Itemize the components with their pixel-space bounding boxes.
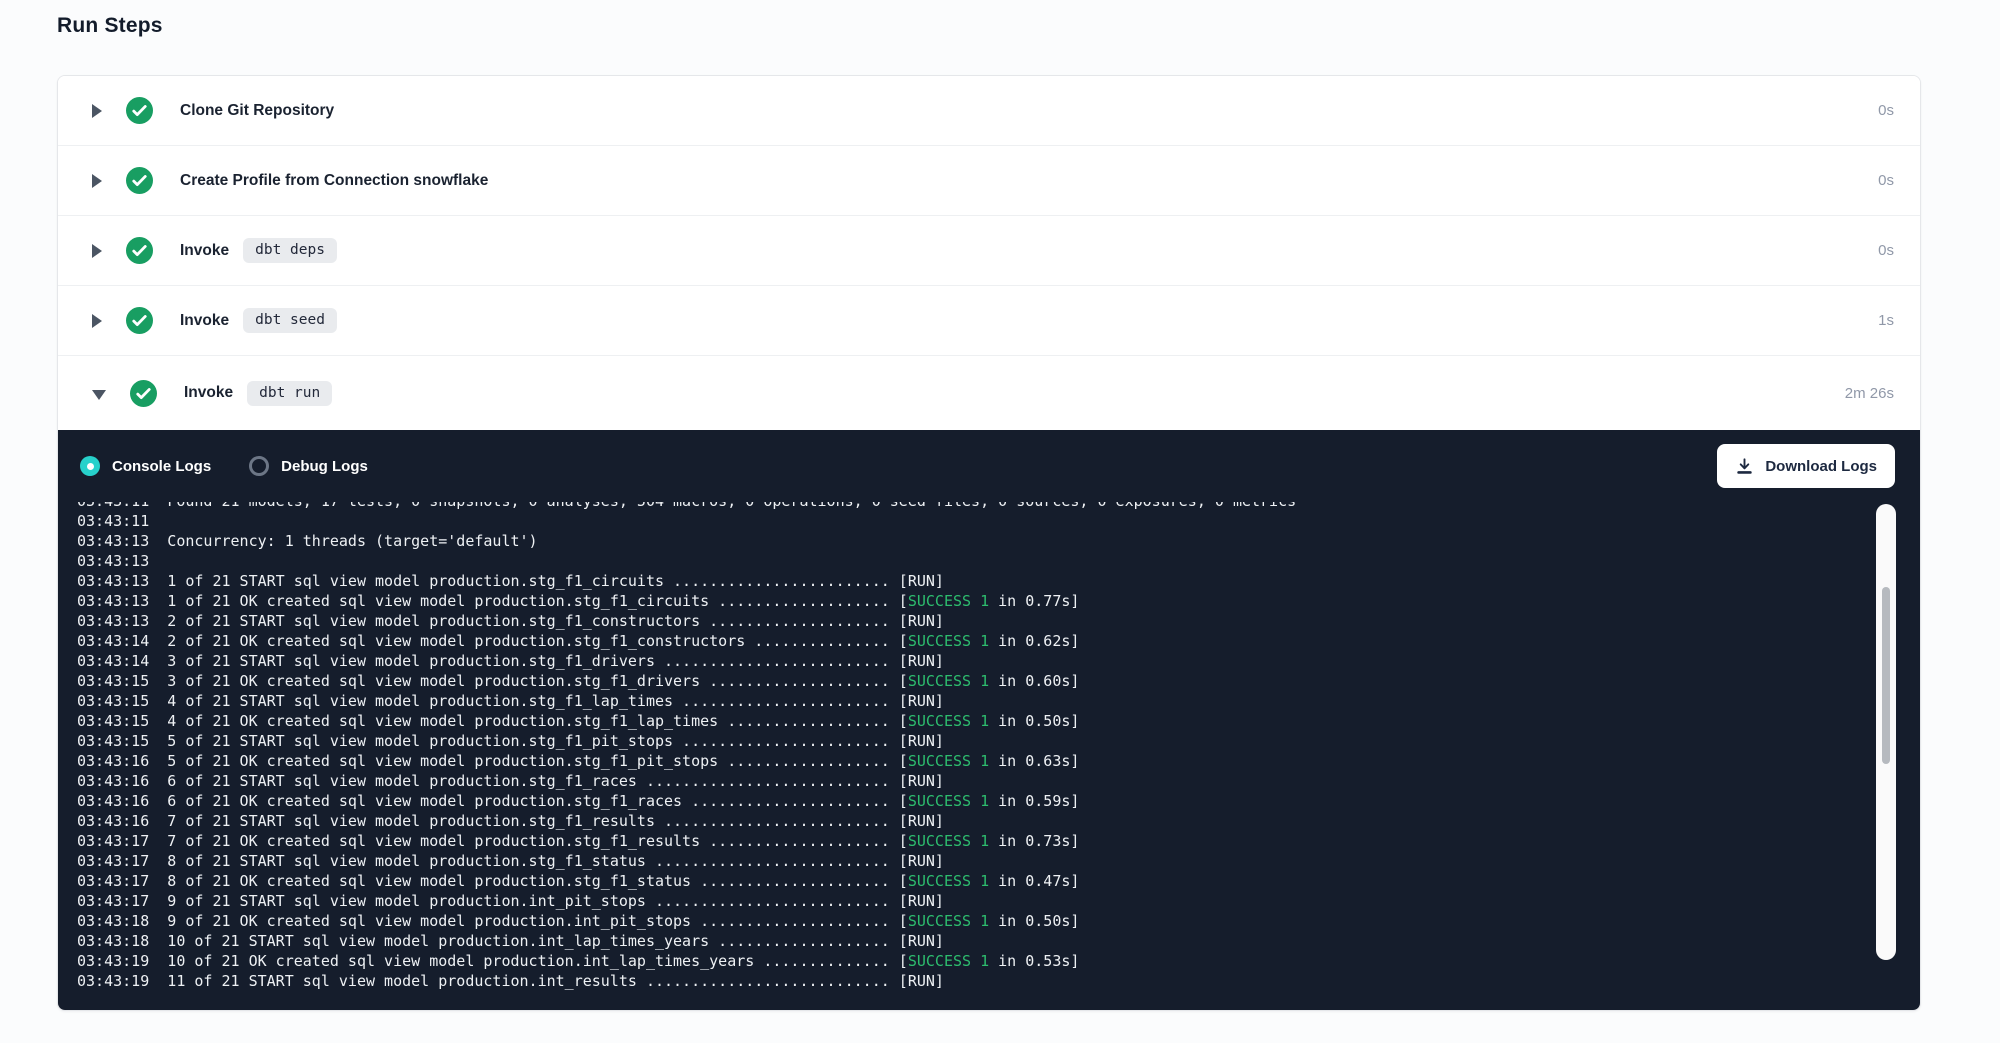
- radio-unselected-icon[interactable]: [249, 456, 269, 476]
- step-row-invoke-dbt-seed[interactable]: Invoke dbt seed 1s: [58, 286, 1920, 356]
- log-line: 03:43:11: [77, 511, 1874, 531]
- log-line: 03:43:14 2 of 21 OK created sql view mod…: [77, 631, 1874, 651]
- step-label: Invoke: [180, 242, 229, 260]
- log-line: 03:43:13 1 of 21 START sql view model pr…: [77, 571, 1874, 591]
- log-line: 03:43:13: [77, 551, 1874, 571]
- step-command-badge: dbt deps: [243, 238, 337, 263]
- success-check-icon: [126, 237, 153, 264]
- page-title: Run Steps: [57, 14, 2000, 38]
- step-duration: 1s: [1878, 312, 1894, 329]
- log-line: 03:43:13 2 of 21 START sql view model pr…: [77, 611, 1874, 631]
- log-line: 03:43:13 1 of 21 OK created sql view mod…: [77, 591, 1874, 611]
- log-line: 03:43:17 9 of 21 START sql view model pr…: [77, 891, 1874, 911]
- step-label: Clone Git Repository: [180, 102, 334, 120]
- download-icon: [1735, 457, 1754, 476]
- log-line: 03:43:17 8 of 21 OK created sql view mod…: [77, 871, 1874, 891]
- step-label: Create Profile from Connection snowflake: [180, 172, 488, 190]
- step-command-badge: dbt seed: [243, 308, 337, 333]
- collapse-caret-icon[interactable]: [92, 390, 106, 400]
- success-check-icon: [130, 380, 157, 407]
- log-line: 03:43:11 Found 21 models, 17 tests, 0 sn…: [77, 502, 1874, 511]
- log-line: 03:43:16 7 of 21 START sql view model pr…: [77, 811, 1874, 831]
- radio-selected-icon[interactable]: [80, 456, 100, 476]
- step-row-invoke-dbt-run[interactable]: Invoke dbt run 2m 26s: [58, 356, 1920, 430]
- log-line: 03:43:13 Concurrency: 1 threads (target=…: [77, 531, 1874, 551]
- log-tab-label: Debug Logs: [281, 458, 368, 475]
- log-line: 03:43:15 3 of 21 OK created sql view mod…: [77, 671, 1874, 691]
- step-label: Invoke: [184, 384, 233, 402]
- step-row-invoke-dbt-deps[interactable]: Invoke dbt deps 0s: [58, 216, 1920, 286]
- download-logs-button[interactable]: Download Logs: [1717, 444, 1895, 488]
- log-line: 03:43:17 8 of 21 START sql view model pr…: [77, 851, 1874, 871]
- run-steps-card: Clone Git Repository0sCreate Profile fro…: [57, 75, 1921, 1011]
- log-line: 03:43:15 5 of 21 START sql view model pr…: [77, 731, 1874, 751]
- log-line: 03:43:19 11 of 21 START sql view model p…: [77, 971, 1874, 991]
- step-command-badge: dbt run: [247, 381, 332, 406]
- log-scrollbar-thumb[interactable]: [1882, 587, 1890, 764]
- log-scrollbar[interactable]: [1876, 504, 1896, 960]
- success-check-icon: [126, 307, 153, 334]
- step-row-create-profile-from-connection-snowflake[interactable]: Create Profile from Connection snowflake…: [58, 146, 1920, 216]
- log-line: 03:43:18 9 of 21 OK created sql view mod…: [77, 911, 1874, 931]
- log-line: 03:43:16 6 of 21 OK created sql view mod…: [77, 791, 1874, 811]
- log-viewport[interactable]: 03:43:11 Found 21 models, 17 tests, 0 sn…: [58, 502, 1874, 1010]
- log-line: 03:43:16 6 of 21 START sql view model pr…: [77, 771, 1874, 791]
- log-line: 03:43:15 4 of 21 START sql view model pr…: [77, 691, 1874, 711]
- log-tab-label: Console Logs: [112, 458, 211, 475]
- step-duration: 2m 26s: [1845, 385, 1894, 402]
- expand-caret-icon[interactable]: [92, 104, 102, 118]
- log-line: 03:43:19 10 of 21 OK created sql view mo…: [77, 951, 1874, 971]
- expand-caret-icon[interactable]: [92, 314, 102, 328]
- log-tab-debug-logs[interactable]: Debug Logs: [249, 456, 368, 476]
- step-row-clone-git-repository[interactable]: Clone Git Repository 0s: [58, 76, 1920, 146]
- expand-caret-icon[interactable]: [92, 244, 102, 258]
- step-duration: 0s: [1878, 172, 1894, 189]
- log-line: 03:43:15 4 of 21 OK created sql view mod…: [77, 711, 1874, 731]
- console-header: Console Logs Debug Logs Download Logs: [58, 430, 1920, 502]
- log-line: 03:43:14 3 of 21 START sql view model pr…: [77, 651, 1874, 671]
- log-line: 03:43:17 7 of 21 OK created sql view mod…: [77, 831, 1874, 851]
- log-line: 03:43:18 10 of 21 START sql view model p…: [77, 931, 1874, 951]
- step-label: Invoke: [180, 312, 229, 330]
- step-duration: 0s: [1878, 242, 1894, 259]
- step-duration: 0s: [1878, 102, 1894, 119]
- log-tab-console-logs[interactable]: Console Logs: [80, 456, 211, 476]
- console-panel: Console Logs Debug Logs Download Logs 03:43…: [58, 430, 1920, 1010]
- success-check-icon: [126, 167, 153, 194]
- download-logs-label: Download Logs: [1765, 458, 1877, 475]
- expand-caret-icon[interactable]: [92, 174, 102, 188]
- success-check-icon: [126, 97, 153, 124]
- log-line: 03:43:16 5 of 21 OK created sql view mod…: [77, 751, 1874, 771]
